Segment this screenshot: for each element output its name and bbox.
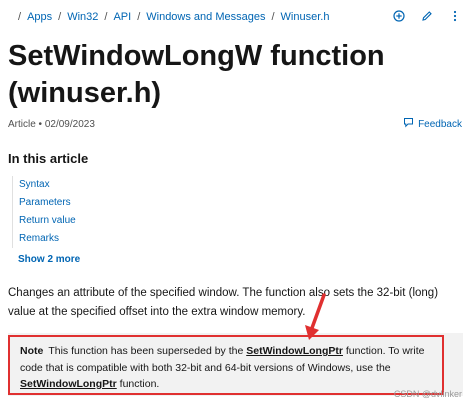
page-title: SetWindowLongW function (winuser.h) [8,40,385,109]
toc-item-parameters[interactable]: Parameters [19,194,139,212]
breadcrumb: / Apps / Win32 / API / Windows and Messa… [12,11,329,23]
breadcrumb-item-win32[interactable]: Win32 [67,11,98,23]
toc-item-remarks[interactable]: Remarks [19,230,139,248]
edit-icon[interactable] [420,9,434,23]
table-of-contents: Syntax Parameters Return value Remarks [12,176,139,248]
article-meta: Article • 02/09/2023 [8,119,95,130]
feedback-button[interactable]: Feedback [403,117,462,131]
breadcrumb-separator: / [58,11,62,23]
function-description: Changes an attribute of the specified wi… [8,287,439,318]
annotation-arrow-icon [305,293,326,340]
feedback-icon [403,117,414,131]
page-actions [392,9,462,23]
breadcrumb-item-api[interactable]: API [113,11,131,23]
watermark: CSDN @dvlinker [393,389,462,399]
breadcrumb-separator: / [271,11,275,23]
toc-heading: In this article [8,151,89,166]
breadcrumb-item-winuser[interactable]: Winuser.h [281,11,330,23]
toc-item-return-value[interactable]: Return value [19,212,139,230]
breadcrumb-item-apps[interactable]: Apps [27,11,52,23]
breadcrumb-separator: / [137,11,141,23]
annotation-highlight-box [8,335,444,395]
add-icon[interactable] [392,9,406,23]
toc-item-syntax[interactable]: Syntax [19,176,139,194]
breadcrumb-item-windows-and-messages[interactable]: Windows and Messages [146,11,265,23]
feedback-label: Feedback [418,118,462,130]
more-icon[interactable] [448,9,462,23]
docs-page: / Apps / Win32 / API / Windows and Messa… [0,0,474,404]
show-more-button[interactable]: Show 2 more [18,254,80,265]
breadcrumb-separator: / [104,11,108,23]
breadcrumb-separator: / [18,11,22,23]
